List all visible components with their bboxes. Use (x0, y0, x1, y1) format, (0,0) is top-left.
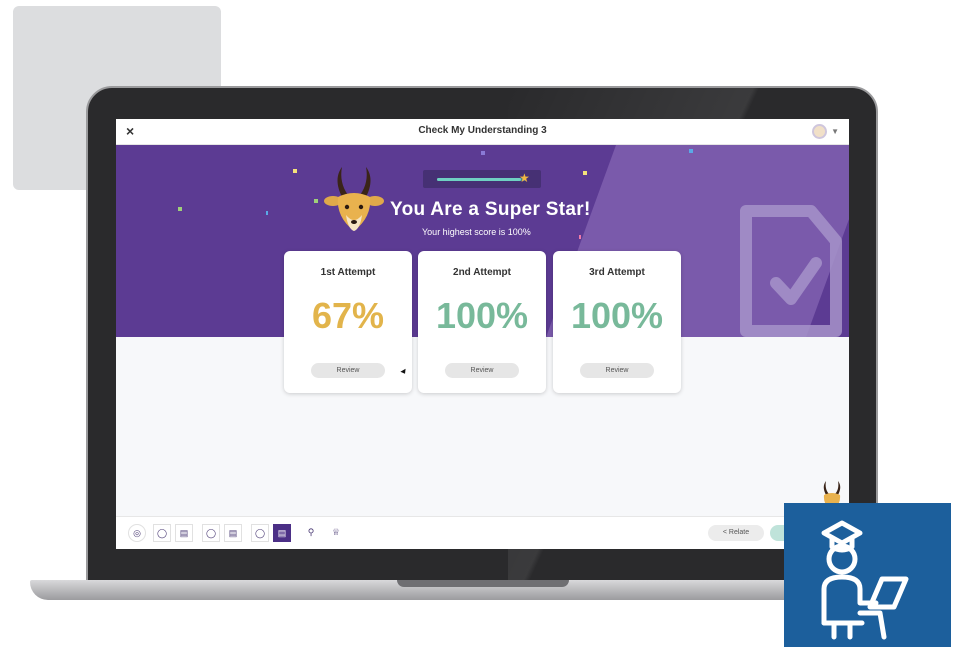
attempt-card-1: 1st Attempt 67% Review (284, 251, 412, 393)
attempt-card-3: 3rd Attempt 100% Review (553, 251, 681, 393)
trophy-icon[interactable]: ♕ (327, 524, 345, 542)
document-icon[interactable]: ▤ (175, 524, 193, 542)
graduate-at-desk-icon (821, 520, 909, 640)
bottom-toolbar: ◎ ◯ ▤ ◯ ▤ ◯ ▤ ⚲ ♕ < Relate Last Look (116, 516, 849, 549)
confetti-icon (689, 149, 693, 153)
page-title: Check My Understanding 3 (418, 125, 547, 136)
attempt-score: 100% (435, 295, 529, 336)
document-icon[interactable]: ▤ (273, 524, 291, 542)
chevron-down-icon[interactable]: ▼ (831, 127, 839, 136)
confetti-icon (293, 169, 297, 173)
attempt-label: 3rd Attempt (589, 267, 645, 278)
attempt-label: 2nd Attempt (453, 267, 511, 278)
confetti-icon (481, 151, 485, 155)
antelope-mascot-icon (324, 167, 384, 231)
attempt-card-2: 2nd Attempt 100% Review (418, 251, 546, 393)
review-button[interactable]: Review (580, 363, 654, 378)
student-laptop-logo (784, 503, 951, 647)
lightbulb-icon[interactable]: ◯ (153, 524, 171, 542)
avatar[interactable] (812, 124, 828, 139)
review-button[interactable]: Review (445, 363, 519, 378)
confetti-icon (579, 235, 581, 239)
congrats-headline: You Are a Super Star! (390, 199, 591, 220)
attempt-score: 100% (570, 295, 664, 336)
user-menu[interactable]: ▼ (812, 124, 839, 139)
progress-indicator: ★ (423, 170, 541, 188)
laptop-notch (397, 580, 569, 587)
globe-icon[interactable]: ◎ (128, 524, 146, 542)
attempt-label: 1st Attempt (320, 267, 376, 278)
lightbulb-icon[interactable]: ◯ (251, 524, 269, 542)
lightbulb-icon[interactable]: ◯ (202, 524, 220, 542)
attempt-score: 67% (311, 295, 385, 336)
progress-track (437, 178, 525, 181)
confetti-icon (314, 199, 318, 203)
star-icon: ★ (519, 171, 530, 185)
progress-fill (437, 178, 521, 181)
search-icon[interactable]: ⚲ (302, 524, 320, 542)
document-icon[interactable]: ▤ (224, 524, 242, 542)
relate-button[interactable]: < Relate (708, 525, 764, 541)
review-button[interactable]: Review (311, 363, 385, 378)
confetti-icon (583, 171, 587, 175)
app-screen: × Check My Understanding 3 ▼ ★ You Are a… (116, 119, 849, 549)
highest-score-text: Your highest score is 100% (422, 227, 531, 237)
title-bar: × Check My Understanding 3 ▼ (116, 119, 849, 145)
confetti-icon (266, 211, 268, 215)
checked-document-icon (740, 205, 842, 337)
confetti-icon (178, 207, 182, 211)
